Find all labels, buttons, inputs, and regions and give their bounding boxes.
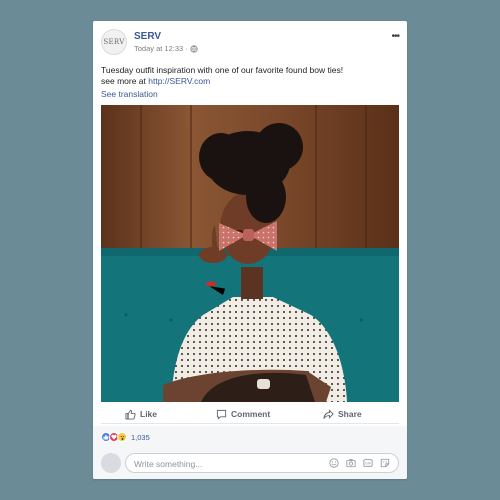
sticker-icon[interactable] [380,458,390,468]
page-avatar[interactable]: SERV [101,29,127,55]
post-text: Tuesday outfit inspiration with one of o… [101,65,399,87]
avatar-logo-text: SERV [103,38,125,46]
share-button[interactable]: Share [323,406,362,422]
comment-button[interactable]: Comment [216,406,270,422]
comment-composer: GIF [101,453,399,474]
post-text-line-2: see more at http://SERV.com [101,76,399,87]
post-meta: Today at 12:33 · [134,44,198,53]
comment-box[interactable]: GIF [125,453,399,473]
gif-icon[interactable]: GIF [363,458,373,468]
share-icon [323,408,334,419]
user-avatar [101,453,121,473]
like-button[interactable]: Like [125,406,157,422]
comment-input[interactable] [134,457,314,470]
svg-text:GIF: GIF [365,462,372,466]
comment-icon [216,409,227,420]
photo-illustration [101,105,399,402]
see-translation-link[interactable]: See translation [101,89,158,99]
post-actions-bar: Like Comment Share [101,404,399,424]
post-header: SERV SERV Today at 12:33 · ••• [101,29,400,61]
composer-icons: GIF [329,458,390,468]
post-text-line-1: Tuesday outfit inspiration with one of o… [101,65,344,75]
post-link[interactable]: http://SERV.com [148,76,210,86]
camera-icon[interactable] [346,458,356,468]
comment-label: Comment [231,409,271,419]
globe-icon [190,44,198,53]
reactions-and-comments: 1,035 Write something... GIF [93,426,407,479]
page-name-link[interactable]: SERV [134,31,161,42]
more-options-icon[interactable]: ••• [391,31,399,42]
post-timestamp[interactable]: Today at 12:33 · [134,44,188,53]
post-text-prefix: see more at [101,76,149,86]
post-card: SERV SERV Today at 12:33 · ••• Tuesday o… [93,21,407,479]
reaction-count: 1,035 [131,432,150,442]
like-label: Like [140,409,158,419]
wow-reaction-icon [117,432,127,442]
share-label: Share [338,409,362,419]
thumbs-up-icon [125,409,136,420]
emoji-icon[interactable] [329,458,339,468]
post-photo[interactable] [101,105,399,402]
reactions-summary[interactable]: 1,035 [101,432,150,442]
